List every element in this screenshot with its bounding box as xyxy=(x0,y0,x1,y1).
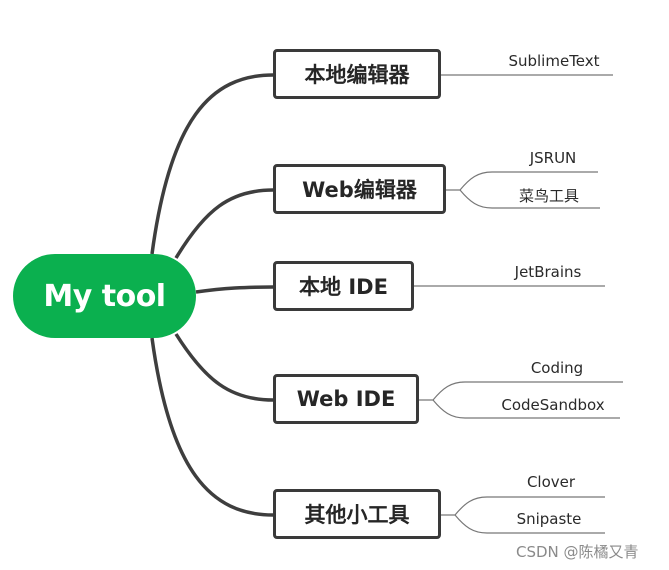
topic-local-editor[interactable]: 本地编辑器 xyxy=(273,49,441,99)
topic-web-editor[interactable]: Web编辑器 xyxy=(273,164,446,214)
leaf-sublimetext[interactable]: SublimeText xyxy=(508,52,599,70)
leaf-clover[interactable]: Clover xyxy=(527,473,575,491)
leaf-snipaste[interactable]: Snipaste xyxy=(517,510,582,528)
leaf-codesandbox[interactable]: CodeSandbox xyxy=(501,396,604,414)
connector-root-topic-1 xyxy=(150,73,274,255)
connector-root-topic-4 xyxy=(174,333,274,402)
topic-local-ide[interactable]: 本地 IDE xyxy=(273,261,414,311)
root-node[interactable]: My tool xyxy=(13,254,196,338)
leaf-jetbrains[interactable]: JetBrains xyxy=(515,263,582,281)
connector-root-topic-3 xyxy=(195,285,274,294)
topic-other-tools[interactable]: 其他小工具 xyxy=(273,489,441,539)
connector-root-topic-5 xyxy=(150,337,274,517)
leaf-jsrun[interactable]: JSRUN xyxy=(530,149,577,167)
leaf-cainiao-tools[interactable]: 菜鸟工具 xyxy=(519,185,579,206)
topic-web-ide[interactable]: Web IDE xyxy=(273,374,419,424)
connector-root-topic-2 xyxy=(174,188,274,259)
watermark: CSDN @陈橘又青 xyxy=(516,543,639,561)
leaf-coding[interactable]: Coding xyxy=(531,359,583,377)
